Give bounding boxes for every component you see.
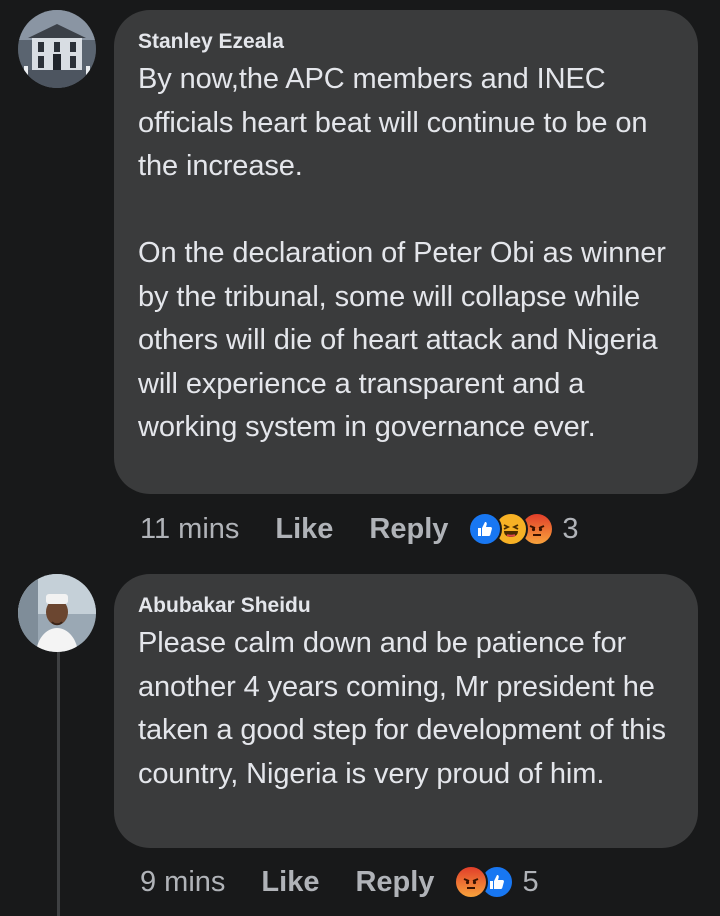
reaction-count: 3 [562,512,579,545]
reply-button[interactable]: Reply [355,866,434,899]
person-avatar-image [18,574,96,652]
comment-text: By now,the APC members and INEC official… [138,63,666,443]
avatar[interactable] [18,574,96,652]
comment-timestamp[interactable]: 11 mins [140,513,239,546]
house-avatar-image [18,10,96,88]
angry-reaction-icon [454,865,489,899]
reply-thread-line [57,652,60,916]
comment-bubble: Stanley Ezeala By now,the APC members an… [114,10,698,494]
comment-author[interactable]: Stanley Ezeala [138,30,676,54]
like-button[interactable]: Like [261,866,319,899]
comment-text: Please calm down and be patience for ano… [138,627,666,790]
comment-actions: 9 mins Like Reply 5 [140,862,539,902]
comment-timestamp[interactable]: 9 mins [140,866,225,899]
reaction-summary[interactable]: 3 [468,512,579,546]
reaction-summary[interactable]: 5 [454,865,539,899]
like-button[interactable]: Like [275,513,333,546]
comment-bubble: Abubakar Sheidu Please calm down and be … [114,574,698,848]
comment-author[interactable]: Abubakar Sheidu [138,594,676,618]
comment-actions: 11 mins Like Reply 3 [140,509,579,549]
like-reaction-icon [468,512,503,546]
reaction-count: 5 [522,865,539,898]
avatar[interactable] [18,10,96,88]
comments-thread: Stanley Ezeala By now,the APC members an… [0,0,720,916]
reply-button[interactable]: Reply [369,513,448,546]
